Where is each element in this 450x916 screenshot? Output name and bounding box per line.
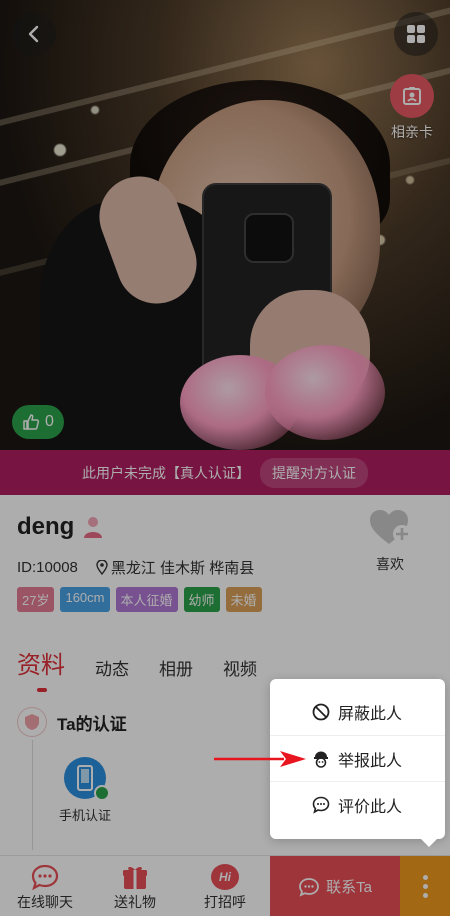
comment-icon [312, 796, 330, 814]
report-icon [314, 751, 328, 768]
menu-item-block[interactable]: 屏蔽此人 [270, 689, 445, 735]
menu-item-review-label: 评价此人 [338, 798, 403, 816]
block-icon [312, 703, 330, 721]
annotation-arrow-icon [214, 751, 306, 767]
menu-item-report-label: 举报此人 [338, 752, 403, 770]
menu-item-review[interactable]: 评价此人 [270, 781, 445, 827]
menu-item-block-label: 屏蔽此人 [338, 706, 403, 723]
